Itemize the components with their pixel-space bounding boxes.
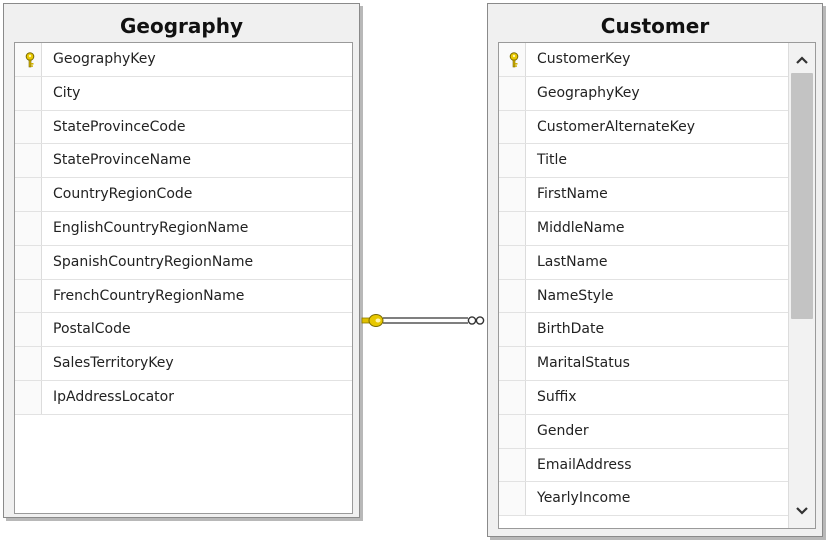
infinity-connector-icon bbox=[467, 316, 485, 325]
relationship-connector[interactable] bbox=[0, 0, 827, 541]
key-connector-icon bbox=[361, 314, 384, 327]
